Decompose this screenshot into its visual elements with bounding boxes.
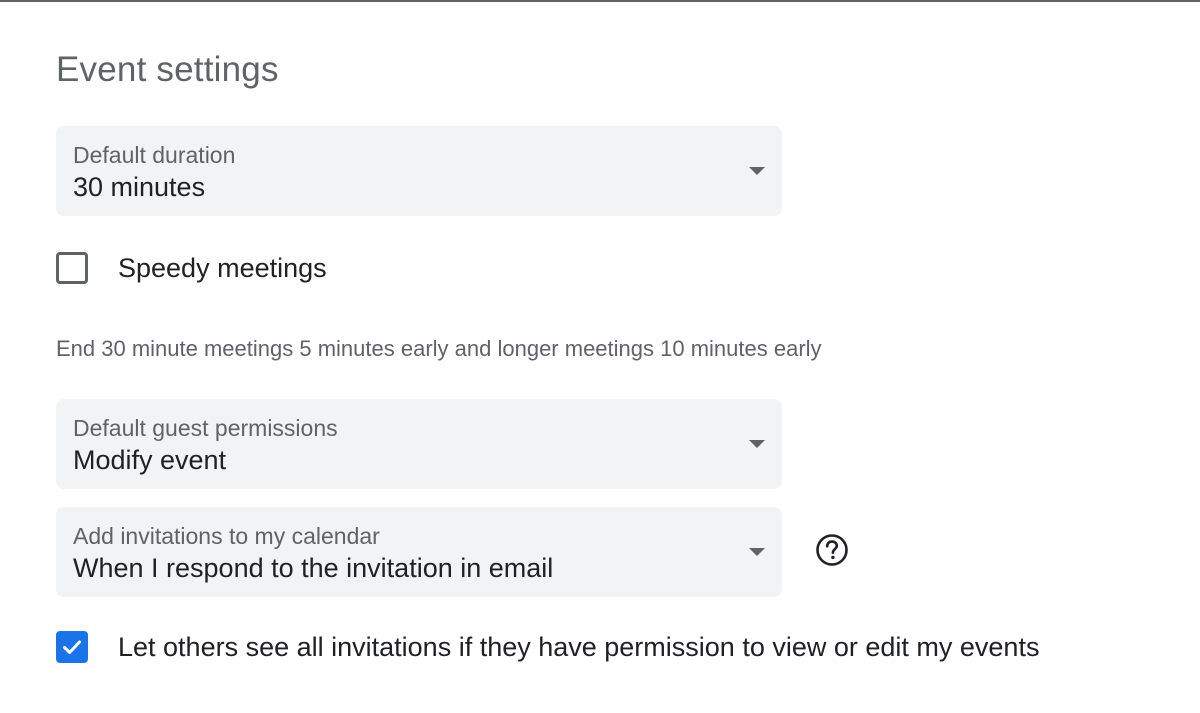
add-invitations-select[interactable]: Add invitations to my calendar When I re… [56,507,782,597]
speedy-meetings-label: Speedy meetings [118,252,327,283]
section-title: Event settings [56,50,279,89]
event-settings-page: Event settings Default duration 30 minut… [0,0,1200,713]
visibility-row[interactable]: Let others see all invitations if they h… [56,627,1039,667]
dropdown-arrow-icon [749,548,765,556]
guest-permissions-select[interactable]: Default guest permissions Modify event [56,399,782,489]
default-duration-value: 30 minutes [73,172,206,202]
default-duration-label: Default duration [73,142,236,168]
speedy-meetings-checkbox[interactable] [56,252,88,284]
add-invitations-label: Add invitations to my calendar [73,523,380,549]
guest-permissions-value: Modify event [73,445,227,475]
checkmark-icon [63,640,81,654]
dropdown-arrow-icon [749,167,765,175]
help-circle-icon[interactable] [815,533,849,567]
speedy-meetings-helper: End 30 minute meetings 5 minutes early a… [56,336,822,361]
top-divider [0,0,1200,2]
dropdown-arrow-icon [749,440,765,448]
add-invitations-value: When I respond to the invitation in emai… [73,553,554,583]
speedy-meetings-row[interactable]: Speedy meetings [56,248,327,288]
default-duration-select[interactable]: Default duration 30 minutes [56,126,782,216]
visibility-label: Let others see all invitations if they h… [118,631,1040,662]
guest-permissions-label: Default guest permissions [73,415,338,441]
visibility-checkbox[interactable] [56,631,88,663]
